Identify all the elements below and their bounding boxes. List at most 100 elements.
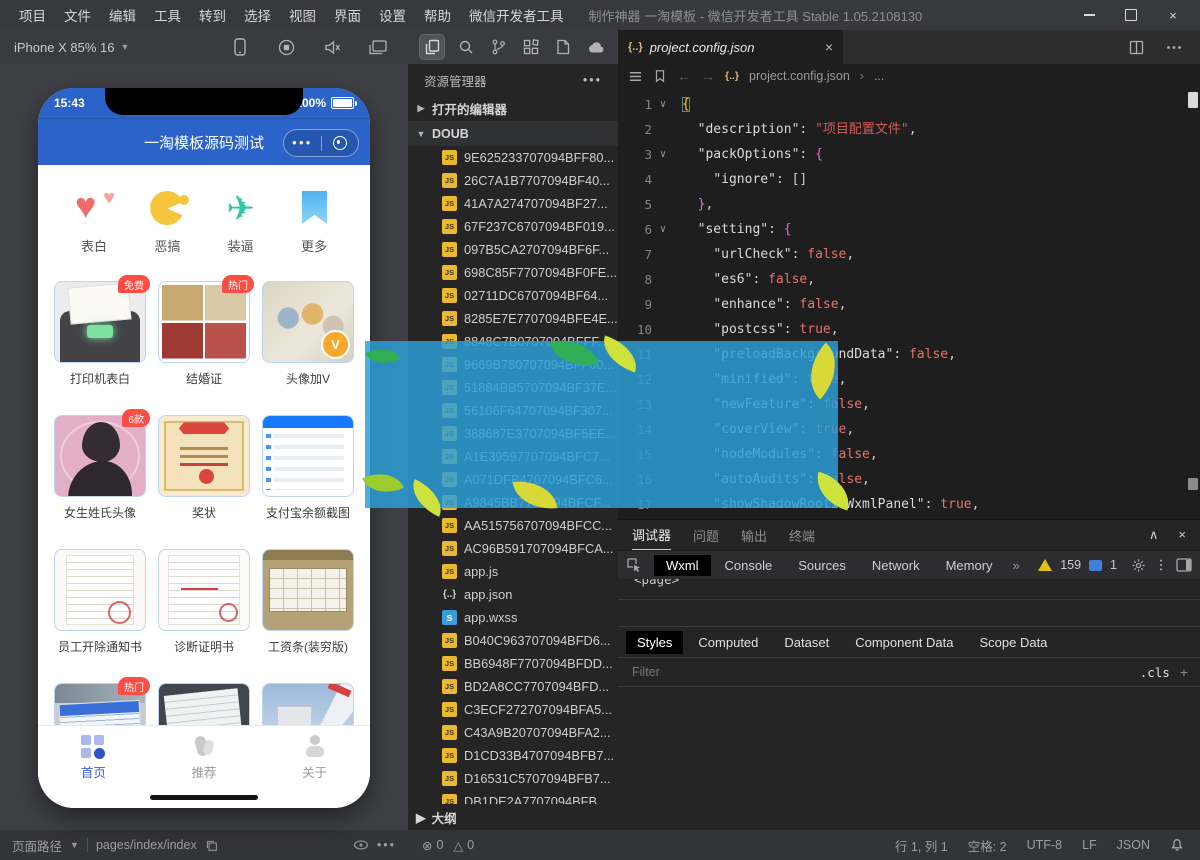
menu-item-设置[interactable]: 设置 — [370, 5, 415, 25]
fold-icon[interactable]: ∨ — [652, 217, 674, 242]
file-row[interactable]: JSC43A9B20707094BFA2... — [408, 721, 618, 744]
add-style-icon[interactable]: + — [1180, 664, 1188, 680]
phone-icon[interactable] — [230, 37, 250, 57]
file-row[interactable]: JSC3ECF272707094BFA5... — [408, 698, 618, 721]
file-row[interactable]: JS097B5CA2707094BF6F... — [408, 238, 618, 261]
file-row[interactable]: JSAA515756707094BFCC... — [408, 514, 618, 537]
fold-icon[interactable]: ∨ — [652, 92, 674, 117]
menu-item-微信开发者工具[interactable]: 微信开发者工具 — [460, 5, 573, 25]
breadcrumb-more[interactable]: ... — [874, 69, 884, 83]
capsule-menu[interactable]: ●●● — [283, 129, 359, 157]
page-path-label[interactable]: 页面路径 — [12, 836, 62, 855]
file-row[interactable]: JSB040C963707094BFD6... — [408, 629, 618, 652]
fold-icon[interactable]: ∨ — [652, 142, 674, 167]
phone-tab-首页[interactable]: 首页 — [58, 734, 128, 781]
style-tab-component-data[interactable]: Component Data — [844, 631, 964, 654]
quick-entry-恶搞[interactable]: 恶搞 — [139, 189, 195, 255]
menu-item-界面[interactable]: 界面 — [325, 5, 370, 25]
cursor-position[interactable]: 行 1, 列 1 — [895, 836, 948, 855]
quick-entry-装逼[interactable]: 装逼 — [213, 189, 269, 255]
tab-project-config[interactable]: {..} project.config.json × — [618, 30, 843, 64]
close-panel-icon[interactable]: × — [1178, 527, 1186, 543]
menu-item-选择[interactable]: 选择 — [235, 5, 280, 25]
file-row[interactable]: JS8285E7E7707094BFE4E... — [408, 307, 618, 330]
template-card[interactable]: 6款女生姓氏头像 — [54, 415, 146, 521]
file-row[interactable]: JSBB6948F7707094BFDD... — [408, 652, 618, 675]
gear-icon[interactable] — [1131, 558, 1146, 573]
wxml-element-tree[interactable]: <page> — [618, 579, 1200, 600]
devtools-tab-Wxml[interactable]: Wxml — [654, 555, 711, 576]
cls-toggle[interactable]: .cls — [1140, 665, 1170, 680]
devtools-tab-Memory[interactable]: Memory — [934, 555, 1005, 576]
project-root-section[interactable]: ▼ DOUB — [408, 121, 618, 146]
file-row[interactable]: JS698C85F7707094BF0FE... — [408, 261, 618, 284]
outline-section[interactable]: ▶ 大纲 — [408, 804, 618, 830]
eye-icon[interactable] — [353, 838, 369, 852]
menu-item-帮助[interactable]: 帮助 — [415, 5, 460, 25]
widgets-icon[interactable] — [521, 37, 541, 57]
file-row[interactable]: JSBD2A8CC7707094BFD... — [408, 675, 618, 698]
mute-icon[interactable] — [322, 37, 342, 57]
close-button[interactable]: × — [1156, 3, 1190, 27]
indent-setting[interactable]: 空格: 2 — [968, 836, 1007, 855]
menu-item-文件[interactable]: 文件 — [55, 5, 100, 25]
template-card[interactable]: 诊断证明书 — [158, 549, 250, 655]
pages-icon[interactable] — [420, 35, 444, 59]
template-card[interactable]: 热门结婚证 — [158, 281, 250, 387]
panel-tab-调试器[interactable]: 调试器 — [632, 520, 671, 551]
file-row[interactable]: {..}app.json — [408, 583, 618, 606]
back-icon[interactable]: ← — [677, 68, 691, 84]
style-tab-computed[interactable]: Computed — [687, 631, 769, 654]
list-icon[interactable] — [628, 69, 643, 84]
quick-entry-表白[interactable]: 表白 — [66, 189, 122, 255]
split-editor-icon[interactable] — [1126, 37, 1146, 57]
phone-tab-关于[interactable]: 关于 — [280, 734, 350, 781]
close-tab-icon[interactable]: × — [825, 39, 833, 55]
message-count[interactable]: 1 — [1110, 558, 1117, 572]
forward-icon[interactable]: → — [701, 68, 715, 84]
dock-side-icon[interactable] — [1176, 558, 1192, 572]
panel-tab-终端[interactable]: 终端 — [789, 521, 815, 550]
minimize-button[interactable] — [1072, 3, 1106, 27]
template-card[interactable]: 员工开除通知书 — [54, 549, 146, 655]
multiwindow-icon[interactable] — [368, 37, 388, 57]
devtools-tab-Network[interactable]: Network — [860, 555, 932, 576]
file-row[interactable]: JS26C7A1B7707094BF40... — [408, 169, 618, 192]
minimap[interactable] — [1186, 88, 1200, 519]
statusbar-problems[interactable]: ⊗0 △0 — [408, 838, 618, 853]
template-card[interactable]: 工资条(装穷版) — [262, 549, 354, 655]
tab-overflow-icon[interactable]: » — [1013, 558, 1020, 573]
inspect-element-icon[interactable] — [626, 557, 642, 573]
menu-item-编辑[interactable]: 编辑 — [100, 5, 145, 25]
explorer-more-icon[interactable]: ••• — [583, 73, 602, 87]
collapse-panel-icon[interactable]: ∧ — [1149, 527, 1159, 543]
page-path-value[interactable]: pages/index/index — [96, 838, 197, 852]
open-editors-section[interactable]: ▶ 打开的编辑器 — [408, 96, 618, 121]
git-branch-icon[interactable] — [489, 37, 509, 57]
devtools-tab-Console[interactable]: Console — [713, 555, 785, 576]
capsule-home-icon[interactable] — [322, 136, 359, 150]
search-icon[interactable] — [456, 37, 476, 57]
menu-item-工具[interactable]: 工具 — [145, 5, 190, 25]
template-card[interactable]: 支付宝余额截图 — [262, 415, 354, 521]
file-row[interactable]: JSapp.js — [408, 560, 618, 583]
more-dots-icon[interactable]: ●●● — [284, 139, 321, 147]
menu-item-项目[interactable]: 项目 — [10, 5, 55, 25]
file-row[interactable]: JSDB1DE2A7707094BFB... — [408, 790, 618, 804]
file-row[interactable]: JSD16531C5707094BFB7... — [408, 767, 618, 790]
menu-item-视图[interactable]: 视图 — [280, 5, 325, 25]
breadcrumb-file[interactable]: project.config.json — [749, 69, 850, 83]
template-card[interactable]: V头像加V — [262, 281, 354, 387]
bell-icon[interactable] — [1170, 838, 1184, 852]
phone-tab-推荐[interactable]: 推荐 — [169, 734, 239, 781]
more-icon[interactable] — [1164, 37, 1184, 57]
copy-icon[interactable] — [205, 839, 218, 852]
template-card[interactable]: 奖状 — [158, 415, 250, 521]
more-icon[interactable]: ••• — [377, 838, 396, 852]
encoding[interactable]: UTF-8 — [1027, 838, 1062, 852]
file-icon[interactable] — [553, 37, 573, 57]
language-mode[interactable]: JSON — [1117, 838, 1150, 852]
filter-input[interactable] — [630, 664, 1130, 680]
panel-tab-问题[interactable]: 问题 — [693, 521, 719, 550]
record-icon[interactable] — [276, 37, 296, 57]
